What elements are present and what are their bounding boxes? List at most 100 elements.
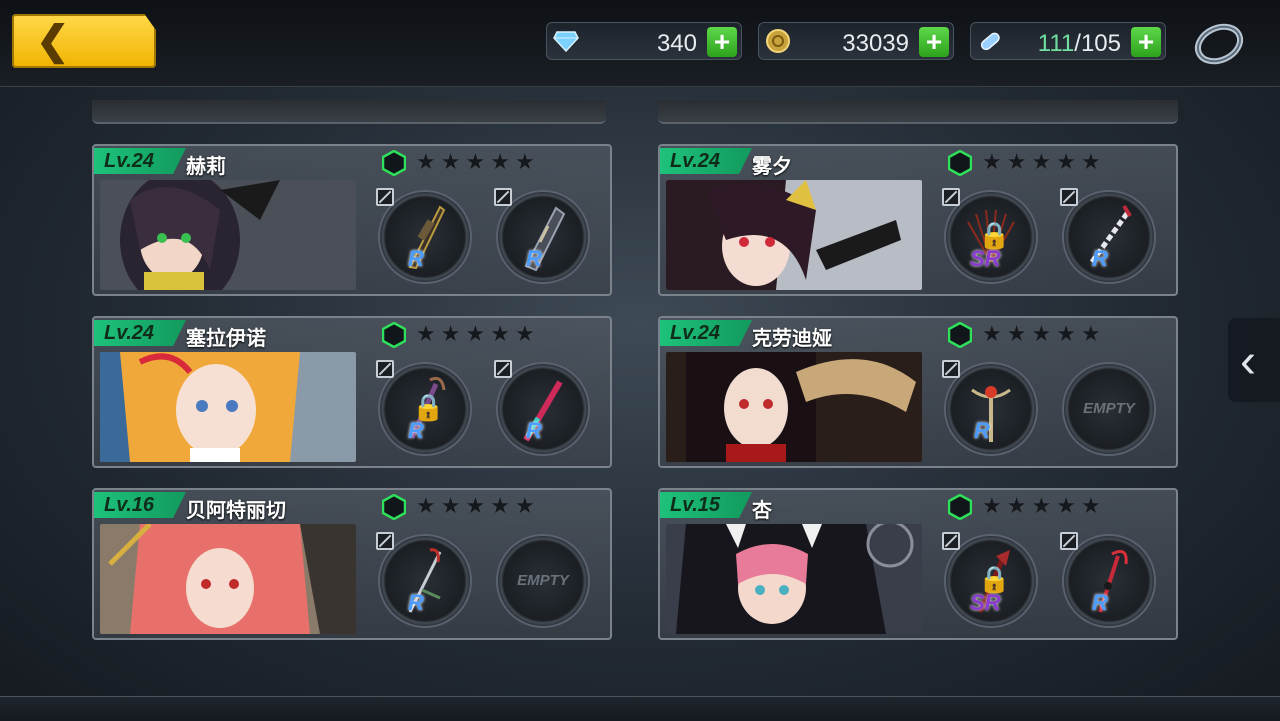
rank-label: SR: [970, 246, 1001, 271]
rank-label: R: [408, 246, 424, 271]
star-icon: ★: [465, 493, 486, 518]
stamina-value: 111/105: [1038, 30, 1121, 58]
character-portrait: [666, 180, 922, 290]
star-icon: ★: [514, 493, 535, 518]
add-gold-button[interactable]: +: [919, 27, 949, 57]
weapon-slot[interactable]: 🔒 SR: [942, 188, 1036, 282]
weapon-slot[interactable]: R: [942, 360, 1036, 454]
star-rating: ★ ★ ★ ★ ★: [982, 322, 1101, 346]
star-icon: ★: [1056, 493, 1076, 518]
star-icon: ★: [440, 321, 461, 346]
character-list: Lv.24 赫莉 ★ ★ ★ ★ ★ R R Lv.24 雾夕 ★ ★ ★ ★ ★ 🔒: [86, 100, 1196, 690]
empty-label: EMPTY: [1083, 400, 1135, 417]
edit-icon: [376, 532, 394, 550]
character-card[interactable]: Lv.24 雾夕 ★ ★ ★ ★ ★ 🔒 SR R: [658, 144, 1178, 296]
weapon-slot[interactable]: R: [376, 188, 470, 282]
level-text: Lv.24: [670, 150, 721, 172]
star-icon: ★: [416, 149, 436, 174]
empty-weapon-slot[interactable]: EMPTY: [1064, 364, 1154, 454]
level-badge: Lv.15: [660, 492, 752, 518]
weapon-slot[interactable]: 🔒 SR: [942, 532, 1036, 626]
star-icon: ★: [1006, 493, 1027, 518]
rank-label: R: [526, 418, 542, 443]
level-text: Lv.24: [104, 322, 155, 344]
rank-label: R: [974, 418, 990, 443]
star-icon: ★: [490, 321, 510, 346]
weapon-slot[interactable]: R: [376, 532, 470, 626]
character-portrait: [100, 180, 356, 290]
level-badge: Lv.16: [94, 492, 186, 518]
hexagon-icon: [948, 322, 972, 348]
hexagon-icon: [382, 150, 406, 176]
empty-weapon-slot[interactable]: EMPTY: [498, 536, 588, 626]
weapon-slot[interactable]: R: [1060, 532, 1154, 626]
edit-icon: [494, 188, 512, 206]
character-name: 克劳迪娅: [752, 328, 832, 350]
star-icon: ★: [440, 149, 461, 174]
star-icon: ★: [1031, 493, 1052, 518]
hexagon-icon: [948, 150, 972, 176]
rank-label: SR: [970, 590, 1001, 615]
stamina-current: 111: [1037, 30, 1075, 57]
gold-counter: 33039 +: [758, 22, 954, 60]
star-icon: ★: [982, 493, 1002, 518]
character-card[interactable]: Lv.24 塞拉伊诺 ★ ★ ★ ★ ★ 🔒 R R: [92, 316, 612, 468]
rank-label: R: [526, 246, 542, 271]
character-portrait: [100, 352, 356, 462]
edit-icon: [1060, 532, 1078, 550]
diamond-icon: [553, 28, 579, 54]
chevron-left-icon: ‹: [1240, 335, 1256, 388]
level-text: Lv.15: [670, 494, 721, 516]
partial-card: [92, 100, 606, 124]
rank-label: R: [1092, 246, 1108, 271]
star-icon: ★: [1080, 493, 1101, 518]
level-badge: Lv.24: [660, 148, 752, 174]
star-rating: ★ ★ ★ ★ ★: [416, 322, 535, 346]
character-portrait: [666, 524, 922, 634]
star-icon: ★: [416, 321, 436, 346]
gems-counter: 340 +: [546, 22, 742, 60]
character-card[interactable]: Lv.24 赫莉 ★ ★ ★ ★ ★ R R: [92, 144, 612, 296]
level-text: Lv.24: [670, 322, 721, 344]
star-icon: ★: [490, 493, 510, 518]
weapon-slot[interactable]: R: [1060, 188, 1154, 282]
ring-icon[interactable]: [1192, 20, 1246, 66]
star-icon: ★: [440, 493, 461, 518]
page-next-button[interactable]: ‹: [1228, 318, 1280, 402]
star-icon: ★: [465, 149, 486, 174]
star-rating: ★ ★ ★ ★ ★: [416, 150, 535, 174]
character-card[interactable]: Lv.16 贝阿特丽切 ★ ★ ★ ★ ★ R EMPTY: [92, 488, 612, 640]
star-icon: ★: [416, 493, 436, 518]
weapon-slot[interactable]: R: [494, 360, 588, 454]
star-icon: ★: [514, 149, 535, 174]
star-icon: ★: [465, 321, 486, 346]
star-icon: ★: [1006, 321, 1027, 346]
star-icon: ★: [490, 149, 510, 174]
star-icon: ★: [982, 149, 1002, 174]
character-name: 贝阿特丽切: [186, 500, 286, 522]
level-text: Lv.24: [104, 150, 155, 172]
add-stamina-button[interactable]: +: [1131, 27, 1161, 57]
weapon-slot[interactable]: 🔒 R: [376, 360, 470, 454]
edit-icon: [942, 532, 960, 550]
back-button[interactable]: ❮: [12, 14, 156, 68]
character-portrait: [100, 524, 356, 634]
edit-icon: [376, 360, 394, 378]
weapon-slot[interactable]: R: [494, 188, 588, 282]
character-card[interactable]: Lv.15 杏 ★ ★ ★ ★ ★ 🔒 SR R: [658, 488, 1178, 640]
star-icon: ★: [1006, 149, 1027, 174]
bottom-bar: [0, 696, 1280, 721]
stamina-counter: 111/105 +: [970, 22, 1166, 60]
hexagon-icon: [382, 322, 406, 348]
star-icon: ★: [982, 321, 1002, 346]
coin-icon: [765, 28, 791, 54]
level-badge: Lv.24: [660, 320, 752, 346]
edit-icon: [942, 360, 960, 378]
hexagon-icon: [382, 494, 406, 520]
top-bar: ❮ 340 + 33039 + 111/105 +: [0, 0, 1280, 87]
character-card[interactable]: Lv.24 克劳迪娅 ★ ★ ★ ★ ★ R EMPTY: [658, 316, 1178, 468]
hexagon-icon: [948, 494, 972, 520]
level-text: Lv.16: [104, 494, 155, 516]
add-gems-button[interactable]: +: [707, 27, 737, 57]
character-name: 塞拉伊诺: [186, 328, 266, 350]
